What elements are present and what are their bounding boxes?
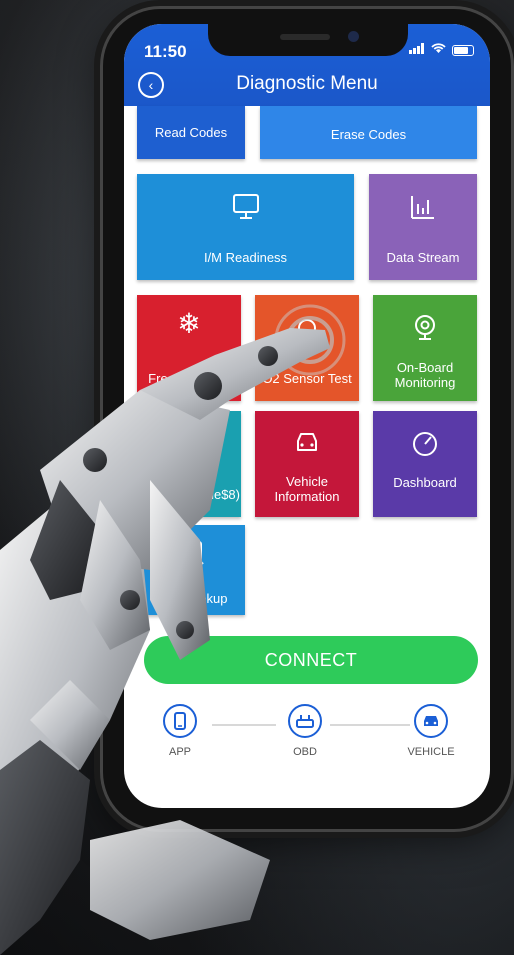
car-icon (292, 429, 322, 458)
step-obd: OBD (284, 704, 326, 758)
step-label: VEHICLE (407, 746, 455, 758)
tile-label: Evap System(mode$8) (141, 471, 240, 503)
step-label: OBD (293, 746, 317, 758)
status-time: 11:50 (144, 42, 187, 61)
tile-label: Data Stream (386, 250, 460, 266)
tile-label: DTC Lookup (154, 591, 228, 607)
tile-o2-sensor-test[interactable]: O2 Sensor Test (255, 295, 359, 401)
tile-read-codes[interactable]: Read Codes (137, 106, 245, 159)
wifi-icon (431, 43, 446, 57)
tile-label: On-Board Monitoring (394, 359, 456, 391)
signal-icon (409, 43, 425, 57)
obd-icon (288, 704, 322, 738)
speaker-grill (280, 34, 330, 40)
step-label: APP (168, 746, 191, 758)
phone-screen: 11:50 ‹ Diagnostic Menu Read Codes Erase… (124, 24, 490, 808)
tile-data-stream[interactable]: Data Stream (369, 174, 477, 280)
tile-on-board-monitoring[interactable]: On-Board Monitoring (373, 295, 477, 401)
step-connector (330, 724, 410, 726)
bar-chart-icon (408, 192, 438, 225)
battery-icon (452, 44, 474, 56)
tile-erase-codes[interactable]: Erase Codes (260, 106, 477, 159)
gauge-icon (410, 429, 440, 462)
snowflake-icon: ❄ (177, 308, 201, 339)
front-camera (348, 31, 359, 42)
phone-icon (163, 704, 197, 738)
page-title: Diagnostic Menu (236, 73, 378, 94)
webcam-icon (412, 313, 438, 346)
step-connector (212, 724, 276, 726)
step-app: APP (160, 704, 200, 758)
tile-dashboard[interactable]: Dashboard (373, 411, 477, 517)
tile-label: Freeze Frame (148, 371, 230, 387)
tile-dtc-lookup[interactable]: DTC Lookup (137, 525, 245, 615)
lookup-icon (176, 539, 206, 570)
tile-label: Dashboard (393, 475, 457, 491)
step-vehicle: VEHICLE (406, 704, 456, 758)
tile-freeze-frame[interactable]: ❄ Freeze Frame (137, 295, 241, 401)
car-icon (414, 704, 448, 738)
sensor-icon (292, 313, 322, 346)
phone-notch (208, 22, 408, 56)
tile-evap-system[interactable]: Evap System(mode$8) (137, 411, 241, 517)
tile-label: Erase Codes (330, 127, 407, 143)
tile-im-readiness[interactable]: I/M Readiness (137, 174, 354, 280)
status-icons (409, 43, 474, 57)
tile-label: Read Codes (154, 125, 228, 141)
tile-label: I/M Readiness (203, 250, 288, 266)
connect-button[interactable]: CONNECT (144, 636, 478, 684)
tile-label: O2 Sensor Test (262, 371, 352, 387)
tile-label: Vehicle Information (274, 473, 340, 505)
monitor-icon (231, 192, 261, 225)
tile-vehicle-information[interactable]: Vehicle Information (255, 411, 359, 517)
